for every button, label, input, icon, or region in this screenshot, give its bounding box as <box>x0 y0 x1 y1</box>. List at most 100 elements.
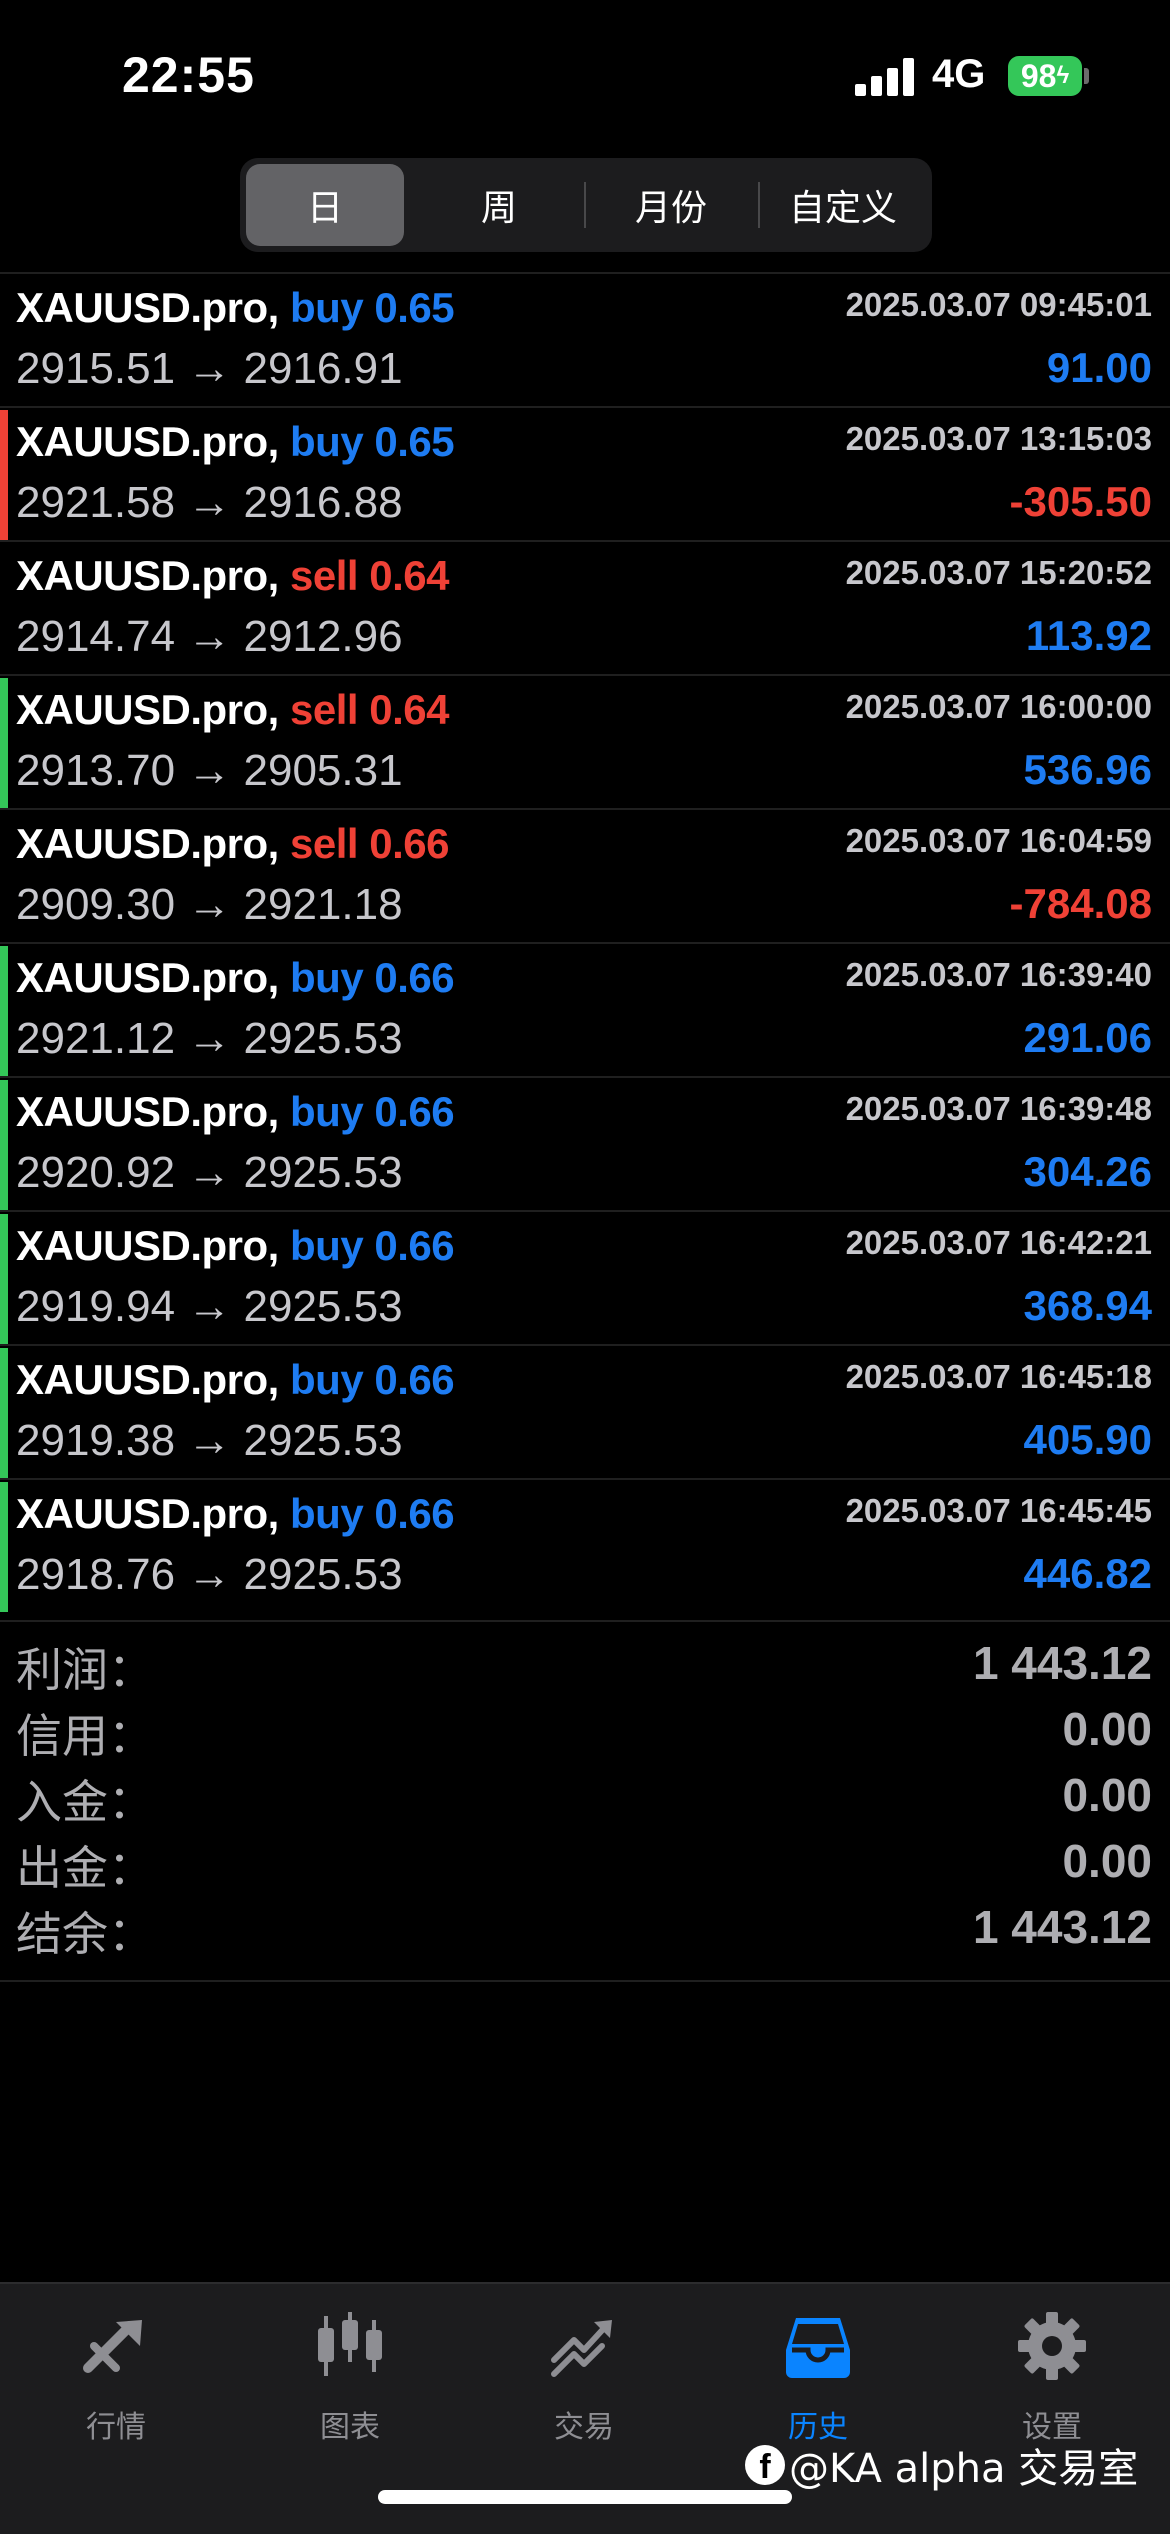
deal-symbol-line: XAUUSD.pro, sell 0.64 <box>16 686 449 734</box>
chart-icon <box>318 2312 382 2376</box>
network-type: 4G <box>932 52 986 96</box>
summary-label: 信用： <box>16 1709 154 1763</box>
deal-row[interactable]: XAUUSD.pro, sell 0.66 2025.03.07 16:04:59… <box>0 808 1170 942</box>
deal-symbol-line: XAUUSD.pro, sell 0.64 <box>16 552 449 600</box>
deal-row[interactable]: XAUUSD.pro, buy 0.66 2025.03.07 16:45:18 2… <box>0 1344 1170 1478</box>
deal-profit: 405.90 <box>1023 1416 1152 1463</box>
battery-level: 98 <box>1020 57 1057 94</box>
period-tab-custom[interactable]: 自定义 <box>760 164 926 246</box>
deal-symbol: XAUUSD.pro, <box>16 1490 279 1537</box>
settings-icon <box>1018 2312 1086 2380</box>
summary-label: 出金： <box>16 1841 154 1895</box>
tab-quotes[interactable]: 行情 <box>16 2296 216 2446</box>
tab-history[interactable]: 历史 <box>718 2296 918 2446</box>
deal-prices: 2913.70 → 2905.31 <box>16 746 403 795</box>
deal-prices: 2920.92 → 2925.53 <box>16 1148 403 1197</box>
deal-symbol: XAUUSD.pro, <box>16 284 279 331</box>
watermark-text: @KA alpha 交易室 <box>789 2446 1139 2492</box>
trade-icon <box>551 2320 612 2377</box>
deal-symbol: XAUUSD.pro, <box>16 418 279 465</box>
deal-prices: 2909.30 → 2921.18 <box>16 880 403 929</box>
deal-side-volume: sell 0.64 <box>290 552 449 599</box>
deal-time: 2025.03.07 16:45:45 <box>845 1492 1152 1529</box>
deal-symbol: XAUUSD.pro, <box>16 1222 279 1269</box>
tab-label: 图表 <box>320 2410 380 2445</box>
facebook-icon: f <box>745 2445 785 2486</box>
status-bar: 22:55 4G 98 ϟ <box>0 0 1170 150</box>
deal-symbol-line: XAUUSD.pro, buy 0.66 <box>16 1222 455 1270</box>
deal-time: 2025.03.07 16:45:18 <box>845 1358 1152 1395</box>
history-icon <box>786 2318 850 2378</box>
deal-symbol-line: XAUUSD.pro, buy 0.66 <box>16 954 455 1002</box>
deal-symbol: XAUUSD.pro, <box>16 954 279 1001</box>
deal-marker <box>0 410 8 540</box>
deal-marker <box>0 276 8 406</box>
deal-side-volume: buy 0.66 <box>290 1222 455 1269</box>
deal-time: 2025.03.07 15:20:52 <box>845 554 1152 591</box>
summary-row: 入金： 0.00 <box>0 1760 1170 1829</box>
deal-marker <box>0 1482 8 1612</box>
deal-row[interactable]: XAUUSD.pro, buy 0.66 2025.03.07 16:39:40 2… <box>0 942 1170 1076</box>
deal-profit: 536.96 <box>1023 746 1152 793</box>
summary-label: 利润： <box>16 1643 154 1697</box>
summary-value: 0.00 <box>1062 1835 1152 1887</box>
period-tab-week[interactable]: 周 <box>414 164 584 246</box>
summary-value: 1 443.12 <box>972 1901 1152 1953</box>
tab-label: 行情 <box>86 2410 146 2445</box>
deal-marker <box>0 812 8 942</box>
deal-prices: 2921.12 → 2925.53 <box>16 1014 403 1063</box>
home-indicator[interactable] <box>378 2490 792 2504</box>
deal-symbol: XAUUSD.pro, <box>16 552 279 599</box>
deal-symbol: XAUUSD.pro, <box>16 1088 279 1135</box>
deal-side-volume: buy 0.66 <box>290 1490 455 1537</box>
deal-side-volume: sell 0.66 <box>290 820 449 867</box>
tab-settings[interactable]: 设置 <box>952 2296 1152 2446</box>
deal-profit: -305.50 <box>1009 478 1152 525</box>
deal-symbol-line: XAUUSD.pro, buy 0.66 <box>16 1356 455 1404</box>
tab-trade[interactable]: 交易 <box>484 2296 684 2446</box>
summary-row: 出金： 0.00 <box>0 1826 1170 1895</box>
deal-profit: 113.92 <box>1025 612 1152 659</box>
period-segmented-control: 日 周 月份 自定义 <box>240 158 932 252</box>
deal-side-volume: buy 0.66 <box>290 1356 455 1403</box>
deal-symbol: XAUUSD.pro, <box>16 686 279 733</box>
deal-row[interactable]: XAUUSD.pro, sell 0.64 2025.03.07 16:00:00… <box>0 674 1170 808</box>
deal-row[interactable]: XAUUSD.pro, sell 0.64 2025.03.07 15:20:52… <box>0 540 1170 674</box>
deal-row[interactable]: XAUUSD.pro, buy 0.65 2025.03.07 13:15:03 2… <box>0 406 1170 540</box>
period-tab-month[interactable]: 月份 <box>586 164 756 246</box>
deal-profit: 291.06 <box>1023 1014 1152 1061</box>
period-tab-day[interactable]: 日 <box>246 164 404 246</box>
deal-side-volume: buy 0.65 <box>290 418 455 465</box>
deal-prices: 2919.38 → 2925.53 <box>16 1416 403 1465</box>
deal-row[interactable]: XAUUSD.pro, buy 0.65 2025.03.07 09:45:01 2… <box>0 272 1170 406</box>
deal-row[interactable]: XAUUSD.pro, buy 0.66 2025.03.07 16:42:21 2… <box>0 1210 1170 1344</box>
deal-time: 2025.03.07 16:39:48 <box>845 1090 1152 1127</box>
tab-chart[interactable]: 图表 <box>250 2296 450 2446</box>
summary-row: 信用： 0.00 <box>0 1694 1170 1763</box>
deal-profit: -784.08 <box>1009 880 1152 927</box>
deal-marker <box>0 1348 8 1478</box>
deal-side-volume: buy 0.65 <box>290 284 455 331</box>
deal-prices: 2915.51 → 2916.91 <box>16 344 403 393</box>
status-time: 22:55 <box>122 47 255 103</box>
quotes-icon <box>83 2320 142 2373</box>
deal-symbol-line: XAUUSD.pro, buy 0.65 <box>16 284 455 332</box>
watermark: f @KA alpha 交易室 <box>745 2436 1138 2494</box>
battery-nub <box>1084 68 1089 84</box>
deal-row[interactable]: XAUUSD.pro, buy 0.66 2025.03.07 16:45:45 2… <box>0 1478 1170 1612</box>
deal-prices: 2919.94 → 2925.53 <box>16 1282 403 1331</box>
deal-side-volume: buy 0.66 <box>290 1088 455 1135</box>
deal-symbol-line: XAUUSD.pro, buy 0.66 <box>16 1490 455 1538</box>
summary-value: 0.00 <box>1062 1703 1152 1755</box>
deal-row[interactable]: XAUUSD.pro, buy 0.66 2025.03.07 16:39:48 2… <box>0 1076 1170 1210</box>
deal-symbol-line: XAUUSD.pro, buy 0.66 <box>16 1088 455 1136</box>
deal-marker <box>0 946 8 1076</box>
cellular-signal-icon <box>855 58 915 96</box>
deal-profit: 446.82 <box>1023 1550 1152 1597</box>
tab-label: 交易 <box>554 2410 614 2445</box>
deal-profit: 304.26 <box>1023 1148 1152 1195</box>
deal-profit: 368.94 <box>1023 1282 1152 1329</box>
deal-symbol-line: XAUUSD.pro, buy 0.65 <box>16 418 455 466</box>
deal-symbol-line: XAUUSD.pro, sell 0.66 <box>16 820 449 868</box>
history-summary: 利润： 1 443.12 信用： 0.00 入金： 0.00 出金： 0.00 结余： 1 443… <box>0 1620 1170 1982</box>
